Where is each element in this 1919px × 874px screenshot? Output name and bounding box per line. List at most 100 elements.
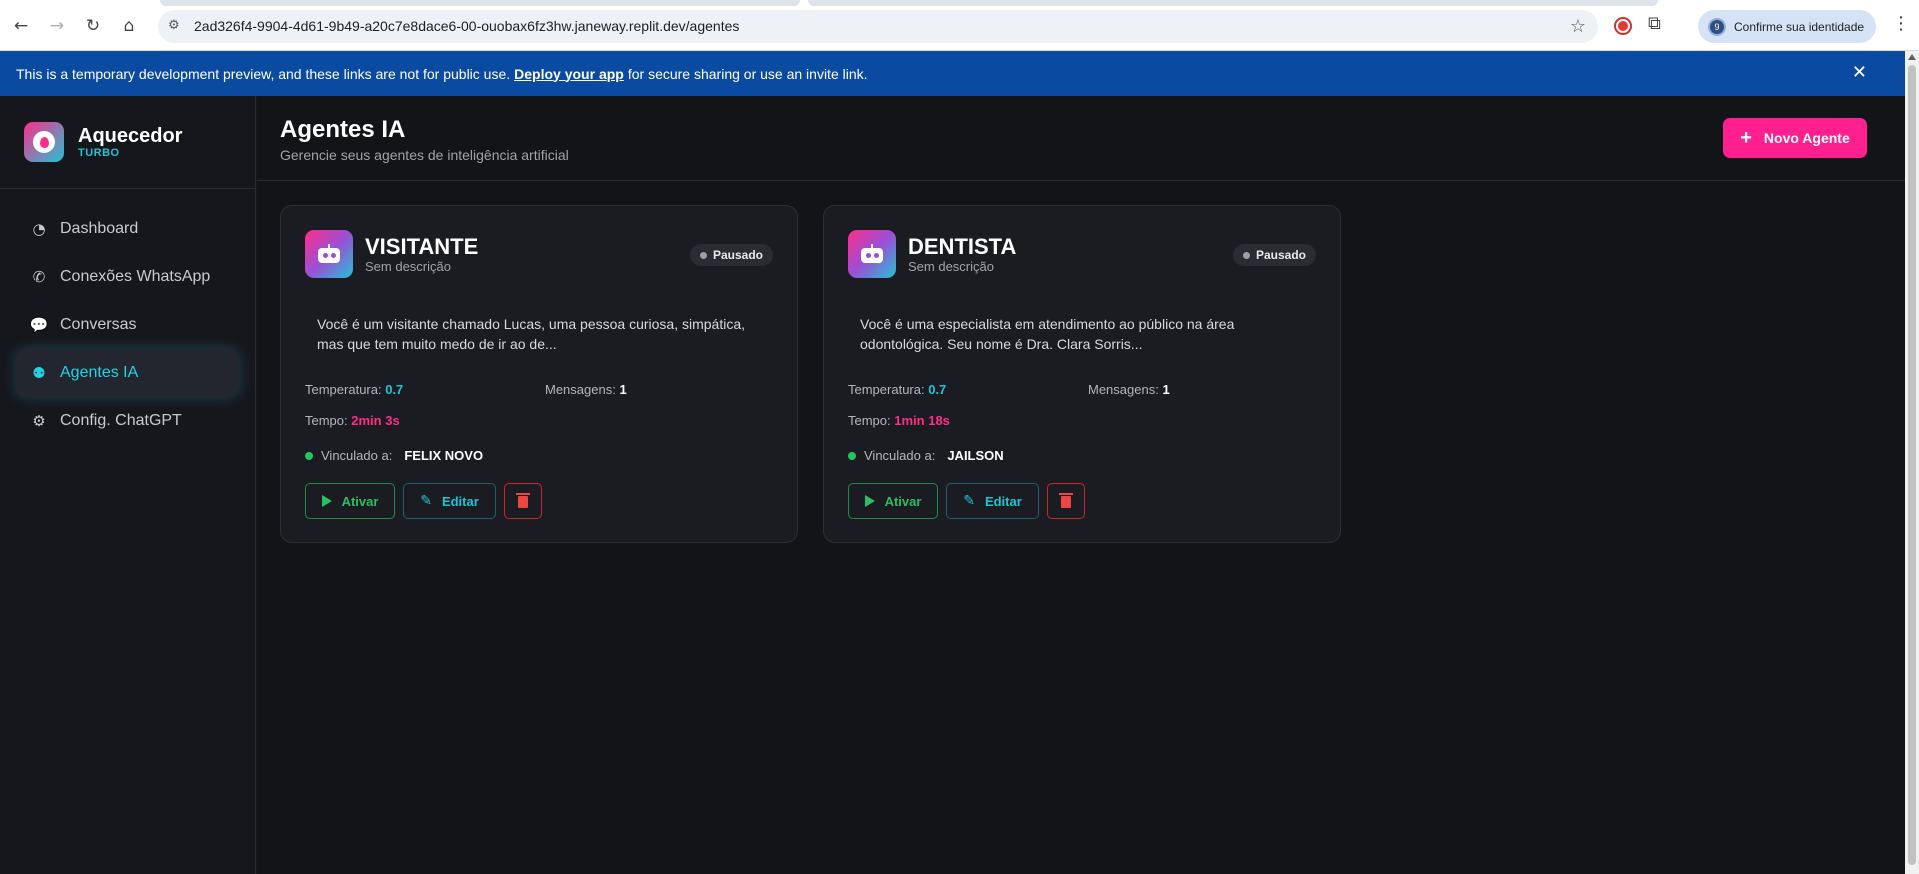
edit-button[interactable]: ✎ Editar xyxy=(403,483,496,519)
new-agent-label: Novo Agente xyxy=(1763,130,1850,146)
status-dot-icon xyxy=(699,251,707,259)
close-icon[interactable]: ✕ xyxy=(1852,62,1867,83)
site-info-icon[interactable]: ⚙ xyxy=(168,18,184,34)
sidebar-item-label: Conexões WhatsApp xyxy=(60,268,211,285)
reload-icon[interactable]: ↻ xyxy=(81,14,105,38)
sidebar-nav: ◔ Dashboard ✆ Conexões WhatsApp 💬 Conver… xyxy=(0,189,255,461)
temperature-label: Temperatura: xyxy=(848,382,925,397)
identity-button[interactable]: 9 Confirme sua identidade xyxy=(1698,10,1876,43)
page-subtitle: Gerencie seus agentes de inteligência ar… xyxy=(280,147,569,163)
dev-preview-banner: This is a temporary development preview,… xyxy=(0,51,1905,96)
chat-icon: 💬 xyxy=(29,316,49,334)
linked-label: Vinculado a: xyxy=(864,448,936,463)
messages-info: Mensagens: 1 xyxy=(545,382,627,397)
time-info: Tempo: 1min 18s xyxy=(848,413,950,428)
scrollbar[interactable] xyxy=(1905,51,1919,874)
activate-button[interactable]: Ativar xyxy=(305,483,395,519)
status-dot-icon xyxy=(1242,251,1250,259)
logo-icon xyxy=(24,122,64,162)
temperature-value: 0.7 xyxy=(385,382,404,397)
linked-info: Vinculado a: JAILSON xyxy=(848,448,1004,463)
status-label: Pausado xyxy=(1255,248,1306,262)
agent-name: VISITANTE xyxy=(365,234,479,259)
activate-label: Ativar xyxy=(884,493,922,509)
deploy-link[interactable]: Deploy your app xyxy=(514,66,624,82)
linked-name: JAILSON xyxy=(947,448,1004,463)
edit-icon: ✎ xyxy=(420,493,432,509)
brand-name: Aquecedor xyxy=(78,125,183,147)
play-icon xyxy=(864,495,875,507)
status-badge: Pausado xyxy=(689,244,773,266)
sidebar-item-label: Agentes IA xyxy=(60,364,139,381)
messages-label: Mensagens: xyxy=(1088,382,1159,397)
page-header: Agentes IA Gerencie seus agentes de inte… xyxy=(257,96,1905,181)
page-title: Agentes IA xyxy=(280,116,406,143)
temperature-value: 0.7 xyxy=(928,382,947,397)
identity-label: Confirme sua identidade xyxy=(1734,19,1865,34)
record-icon[interactable] xyxy=(1614,17,1632,35)
edit-icon: ✎ xyxy=(963,493,975,509)
time-value: 2min 3s xyxy=(351,413,400,428)
sidebar-item-conversas[interactable]: 💬 Conversas xyxy=(16,301,239,349)
tab-strip xyxy=(808,0,1658,6)
scroll-thumb[interactable] xyxy=(1908,65,1916,865)
whatsapp-icon: ✆ xyxy=(32,268,46,286)
agent-description: Sem descrição xyxy=(365,259,451,274)
tab-strip xyxy=(160,0,800,6)
temperature-info: Temperatura: 0.7 xyxy=(305,382,403,397)
connected-dot-icon xyxy=(305,451,313,460)
sidebar-item-label: Config. ChatGPT xyxy=(60,412,182,429)
banner-text: This is a temporary development preview,… xyxy=(16,65,511,82)
linked-info: Vinculado a: FELIX NOVO xyxy=(305,448,483,463)
sidebar-item-agentes[interactable]: ⚉ Agentes IA xyxy=(16,349,239,397)
messages-value: 1 xyxy=(1162,382,1170,397)
sidebar-item-config[interactable]: ⚙ Config. ChatGPT xyxy=(16,397,239,445)
delete-button[interactable] xyxy=(1047,483,1085,519)
linked-name: FELIX NOVO xyxy=(404,448,484,463)
time-value: 1min 18s xyxy=(894,413,950,428)
play-icon xyxy=(321,495,332,507)
bookmark-star-icon[interactable]: ☆ xyxy=(1570,16,1586,37)
brand: Aquecedor TURBO xyxy=(0,96,255,189)
new-agent-button[interactable]: + Novo Agente xyxy=(1723,118,1867,158)
edit-label: Editar xyxy=(441,493,479,509)
url-text[interactable]: 2ad326f4-9904-4d61-9b49-a20c7e8dace6-00-… xyxy=(194,18,739,34)
robot-icon xyxy=(305,230,353,278)
trash-icon xyxy=(516,493,530,508)
linked-label: Vinculado a: xyxy=(321,448,393,463)
sidebar-item-dashboard[interactable]: ◔ Dashboard xyxy=(16,205,239,253)
agent-name: DENTISTA xyxy=(908,234,1017,259)
agent-prompt: Você é uma especialista em atendimento a… xyxy=(860,316,1235,352)
status-label: Pausado xyxy=(712,248,763,262)
scroll-up-icon[interactable] xyxy=(1908,54,1916,60)
avatar: 9 xyxy=(1708,17,1726,36)
back-icon[interactable]: ← xyxy=(9,14,33,38)
agent-card: DENTISTA Sem descrição Pausado Você é um… xyxy=(823,205,1341,543)
sidebar-item-label: Conversas xyxy=(60,316,137,333)
sidebar-item-label: Dashboard xyxy=(60,220,139,237)
status-badge: Pausado xyxy=(1232,244,1316,266)
gauge-icon: ◔ xyxy=(32,220,46,238)
robot-icon: ⚉ xyxy=(32,364,46,382)
agent-description: Sem descrição xyxy=(908,259,994,274)
sidebar: Aquecedor TURBO ◔ Dashboard ✆ Conexões W… xyxy=(0,96,256,874)
agent-card: VISITANTE Sem descrição Pausado Você é u… xyxy=(280,205,798,543)
agent-prompt: Você é um visitante chamado Lucas, uma p… xyxy=(317,316,745,352)
messages-label: Mensagens: xyxy=(545,382,616,397)
browser-menu-icon[interactable]: ⋮ xyxy=(1892,13,1910,34)
edit-button[interactable]: ✎ Editar xyxy=(946,483,1039,519)
delete-button[interactable] xyxy=(504,483,542,519)
gear-icon: ⚙ xyxy=(32,412,46,430)
extensions-icon[interactable]: ⧉ xyxy=(1648,13,1661,34)
forward-icon[interactable]: → xyxy=(45,14,69,38)
messages-value: 1 xyxy=(619,382,627,397)
brand-subtitle: TURBO xyxy=(78,147,120,159)
temperature-label: Temperatura: xyxy=(305,382,382,397)
browser-toolbar: ← → ↻ ⌂ ⚙ 2ad326f4-9904-4d61-9b49-a20c7e… xyxy=(0,0,1919,51)
home-icon[interactable]: ⌂ xyxy=(117,14,141,38)
sidebar-item-whatsapp[interactable]: ✆ Conexões WhatsApp xyxy=(16,253,239,301)
activate-button[interactable]: Ativar xyxy=(848,483,938,519)
messages-info: Mensagens: 1 xyxy=(1088,382,1170,397)
address-bar[interactable]: ⚙ 2ad326f4-9904-4d61-9b49-a20c7e8dace6-0… xyxy=(158,10,1598,43)
banner-text-after: for secure sharing or use an invite link… xyxy=(627,65,868,82)
